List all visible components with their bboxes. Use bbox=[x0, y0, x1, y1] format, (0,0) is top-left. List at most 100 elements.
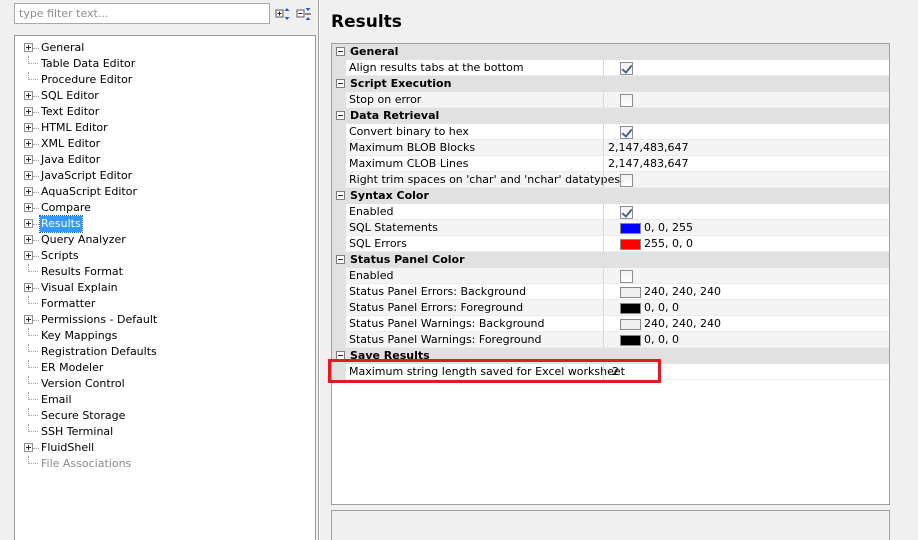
property-row[interactable]: Right trim spaces on 'char' and 'nchar' … bbox=[332, 172, 889, 188]
row-gutter bbox=[332, 60, 346, 76]
tree-item-fluidshell[interactable]: FluidShell bbox=[15, 440, 305, 456]
property-row[interactable]: Maximum BLOB Blocks 2,147,483,647 bbox=[332, 140, 889, 156]
tree-item-key-mappings[interactable]: Key Mappings bbox=[15, 328, 305, 344]
property-row[interactable]: Convert binary to hex bbox=[332, 124, 889, 140]
color-swatch[interactable] bbox=[620, 302, 641, 314]
tree-item-general[interactable]: General bbox=[15, 40, 305, 56]
expand-toggle-icon[interactable] bbox=[24, 203, 33, 212]
property-row[interactable]: Status Panel Warnings: Background 240, 24… bbox=[332, 316, 889, 332]
expand-toggle-icon[interactable] bbox=[24, 171, 33, 180]
property-value[interactable]: 240, 240, 240 bbox=[608, 316, 721, 332]
tree-item-javascript-editor[interactable]: JavaScript Editor bbox=[15, 168, 305, 184]
property-name: Align results tabs at the bottom bbox=[349, 61, 524, 74]
tree-item-formatter[interactable]: Formatter bbox=[15, 296, 305, 312]
tree-item-version-control[interactable]: Version Control bbox=[15, 376, 305, 392]
property-value[interactable]: 0, 0, 0 bbox=[608, 332, 679, 348]
checkbox-unchecked[interactable] bbox=[620, 93, 633, 107]
category-script-execution[interactable]: Script Execution bbox=[332, 76, 889, 92]
tree-item-email[interactable]: Email bbox=[15, 392, 305, 408]
tree-item-file-associations[interactable]: File Associations bbox=[15, 456, 305, 472]
expand-toggle-icon[interactable] bbox=[24, 43, 33, 52]
property-row[interactable]: SQL Errors 255, 0, 0 bbox=[332, 236, 889, 252]
tree-item-results[interactable]: Results bbox=[15, 215, 305, 233]
tree-item-compare[interactable]: Compare bbox=[15, 200, 305, 216]
filter-input[interactable] bbox=[14, 3, 270, 24]
expand-toggle-icon[interactable] bbox=[24, 123, 33, 132]
category-general[interactable]: General bbox=[332, 44, 889, 60]
property-value[interactable] bbox=[608, 204, 633, 220]
property-value[interactable]: 0, 0, 255 bbox=[608, 220, 693, 236]
property-row[interactable]: Enabled bbox=[332, 268, 889, 284]
property-row[interactable]: Maximum CLOB Lines 2,147,483,647 bbox=[332, 156, 889, 172]
tree-item-ssh-terminal[interactable]: SSH Terminal bbox=[15, 424, 305, 440]
checkbox-checked[interactable] bbox=[620, 61, 633, 75]
expand-toggle-icon[interactable] bbox=[24, 187, 33, 196]
property-row[interactable]: Align results tabs at the bottom bbox=[332, 60, 889, 76]
expand-all-button[interactable] bbox=[273, 4, 293, 24]
property-row[interactable]: SQL Statements 0, 0, 255 bbox=[332, 220, 889, 236]
property-row[interactable]: Status Panel Errors: Background 240, 240,… bbox=[332, 284, 889, 300]
preferences-tree[interactable]: General Table Data Editor Procedure Editor… bbox=[14, 35, 316, 540]
tree-item-aquascript-editor[interactable]: AquaScript Editor bbox=[15, 184, 305, 200]
property-value[interactable]: 0, 0, 0 bbox=[608, 300, 679, 316]
category-data-retrieval[interactable]: Data Retrieval bbox=[332, 108, 889, 124]
collapse-toggle-icon[interactable] bbox=[336, 255, 345, 264]
tree-item-er-modeler[interactable]: ER Modeler bbox=[15, 360, 305, 376]
tree-item-permissions-default[interactable]: Permissions - Default bbox=[15, 312, 305, 328]
tree-item-sql-editor[interactable]: SQL Editor bbox=[15, 88, 305, 104]
property-value[interactable] bbox=[608, 92, 633, 108]
expand-toggle-icon[interactable] bbox=[24, 155, 33, 164]
property-value[interactable] bbox=[608, 124, 633, 140]
property-row[interactable]: Enabled bbox=[332, 204, 889, 220]
property-row[interactable]: Status Panel Errors: Foreground 0, 0, 0 bbox=[332, 300, 889, 316]
color-swatch[interactable] bbox=[620, 286, 641, 298]
collapse-toggle-icon[interactable] bbox=[336, 79, 345, 88]
checkbox-unchecked[interactable] bbox=[620, 269, 633, 283]
expand-toggle-icon[interactable] bbox=[24, 107, 33, 116]
property-value[interactable] bbox=[608, 60, 633, 76]
tree-item-secure-storage[interactable]: Secure Storage bbox=[15, 408, 305, 424]
checkbox-checked[interactable] bbox=[620, 205, 633, 219]
tree-item-query-analyzer[interactable]: Query Analyzer bbox=[15, 232, 305, 248]
property-value[interactable] bbox=[608, 268, 633, 284]
expand-toggle-icon[interactable] bbox=[24, 235, 33, 244]
tree-item-procedure-editor[interactable]: Procedure Editor bbox=[15, 72, 305, 88]
property-value[interactable]: 2,147,483,647 bbox=[608, 156, 688, 172]
color-value: 240, 240, 240 bbox=[644, 317, 721, 330]
property-value[interactable]: 2,147,483,647 bbox=[608, 140, 688, 156]
color-swatch[interactable] bbox=[620, 238, 641, 250]
tree-item-registration-defaults[interactable]: Registration Defaults bbox=[15, 344, 305, 360]
expand-toggle-icon[interactable] bbox=[24, 315, 33, 324]
tree-item-html-editor[interactable]: HTML Editor bbox=[15, 120, 305, 136]
color-swatch[interactable] bbox=[620, 318, 641, 330]
collapse-toggle-icon[interactable] bbox=[336, 47, 345, 56]
color-swatch[interactable] bbox=[620, 222, 641, 234]
tree-item-visual-explain[interactable]: Visual Explain bbox=[15, 280, 305, 296]
checkbox-unchecked[interactable] bbox=[620, 173, 633, 187]
tree-item-xml-editor[interactable]: XML Editor bbox=[15, 136, 305, 152]
color-swatch[interactable] bbox=[620, 334, 641, 346]
collapse-toggle-icon[interactable] bbox=[336, 191, 345, 200]
tree-item-text-editor[interactable]: Text Editor bbox=[15, 104, 305, 120]
property-value[interactable] bbox=[608, 172, 633, 188]
column-divider bbox=[603, 284, 604, 300]
property-value[interactable]: 255, 0, 0 bbox=[608, 236, 693, 252]
category-syntax-color[interactable]: Syntax Color bbox=[332, 188, 889, 204]
checkbox-checked[interactable] bbox=[620, 125, 633, 139]
collapse-all-button[interactable] bbox=[294, 4, 314, 24]
expand-toggle-icon[interactable] bbox=[24, 283, 33, 292]
expand-toggle-icon[interactable] bbox=[24, 251, 33, 260]
tree-item-java-editor[interactable]: Java Editor bbox=[15, 152, 305, 168]
collapse-toggle-icon[interactable] bbox=[336, 111, 345, 120]
tree-item-results-format[interactable]: Results Format bbox=[15, 264, 305, 280]
tree-item-scripts[interactable]: Scripts bbox=[15, 248, 305, 264]
expand-toggle-icon[interactable] bbox=[24, 219, 33, 228]
tree-item-table-data-editor[interactable]: Table Data Editor bbox=[15, 56, 305, 72]
property-value[interactable]: 240, 240, 240 bbox=[608, 284, 721, 300]
expand-toggle-icon[interactable] bbox=[24, 139, 33, 148]
property-row[interactable]: Stop on error bbox=[332, 92, 889, 108]
expand-toggle-icon[interactable] bbox=[24, 91, 33, 100]
category-status-panel-color[interactable]: Status Panel Color bbox=[332, 252, 889, 268]
expand-toggle-icon[interactable] bbox=[24, 443, 33, 452]
property-row[interactable]: Status Panel Warnings: Foreground 0, 0, 0 bbox=[332, 332, 889, 348]
